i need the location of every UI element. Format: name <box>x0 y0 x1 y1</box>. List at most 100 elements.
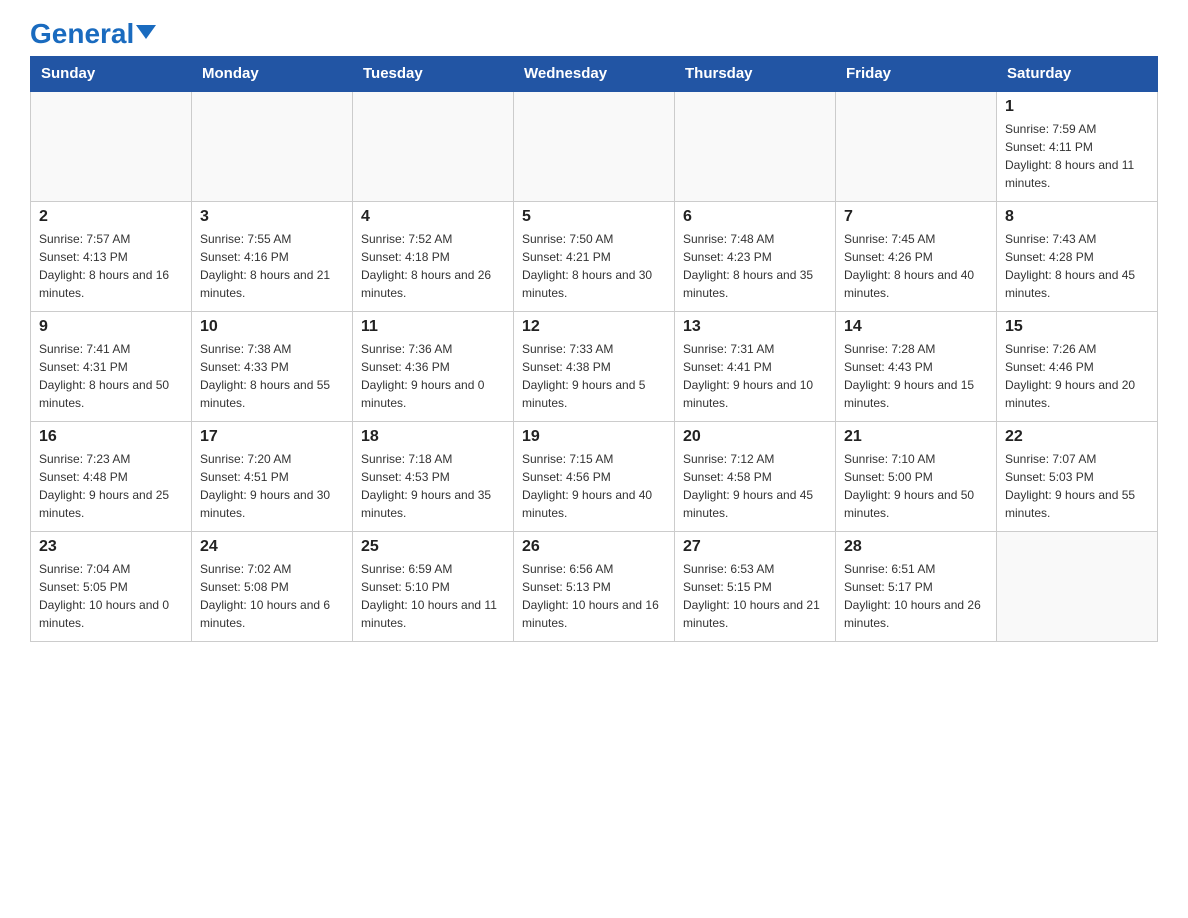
day-number: 17 <box>200 428 344 446</box>
calendar-week-row: 23 Sunrise: 7:04 AMSunset: 5:05 PMDayligh… <box>31 531 1158 641</box>
calendar-cell: 16Sunrise: 7:23 AMSunset: 4:48 PMDayligh… <box>31 421 192 531</box>
calendar-cell: 25 Sunrise: 6:59 AMSunset: 5:10 PMDayligh… <box>353 531 514 641</box>
logo-general: General <box>30 18 134 49</box>
day-info: Sunrise: 7:55 AMSunset: 4:16 PMDaylight:… <box>200 230 344 302</box>
calendar-cell: 6 Sunrise: 7:48 AMSunset: 4:23 PMDaylight… <box>675 201 836 311</box>
calendar-cell: 27 Sunrise: 6:53 AMSunset: 5:15 PMDayligh… <box>675 531 836 641</box>
day-info: Sunrise: 6:53 AMSunset: 5:15 PMDaylight:… <box>683 560 827 632</box>
day-number: 19 <box>522 428 666 446</box>
calendar-cell: 1 Sunrise: 7:59 AMSunset: 4:11 PMDaylight… <box>997 91 1158 201</box>
calendar-week-row: 9 Sunrise: 7:41 AMSunset: 4:31 PMDaylight… <box>31 311 1158 421</box>
calendar-cell: 12 Sunrise: 7:33 AMSunset: 4:38 PMDayligh… <box>514 311 675 421</box>
page-header: General <box>30 20 1158 46</box>
day-info: Sunrise: 7:15 AMSunset: 4:56 PMDaylight:… <box>522 450 666 522</box>
day-number: 24 <box>200 538 344 556</box>
day-info: Sunrise: 7:33 AMSunset: 4:38 PMDaylight:… <box>522 340 666 412</box>
logo: General <box>30 20 156 46</box>
day-number: 1 <box>1005 98 1149 116</box>
calendar-cell: 19 Sunrise: 7:15 AMSunset: 4:56 PMDayligh… <box>514 421 675 531</box>
day-number: 21 <box>844 428 988 446</box>
day-info: Sunrise: 7:26 AMSunset: 4:46 PMDaylight:… <box>1005 340 1149 412</box>
day-info: Sunrise: 6:56 AMSunset: 5:13 PMDaylight:… <box>522 560 666 632</box>
col-saturday: Saturday <box>997 57 1158 92</box>
day-info: Sunrise: 6:59 AMSunset: 5:10 PMDaylight:… <box>361 560 505 632</box>
day-info: Sunrise: 7:02 AMSunset: 5:08 PMDaylight:… <box>200 560 344 632</box>
day-info: Sunrise: 7:04 AMSunset: 5:05 PMDaylight:… <box>39 560 183 632</box>
day-number: 26 <box>522 538 666 556</box>
col-friday: Friday <box>836 57 997 92</box>
day-info: Sunrise: 7:59 AMSunset: 4:11 PMDaylight:… <box>1005 120 1149 192</box>
calendar-cell: 5 Sunrise: 7:50 AMSunset: 4:21 PMDaylight… <box>514 201 675 311</box>
logo-triangle-icon <box>136 25 156 39</box>
calendar-cell: 20 Sunrise: 7:12 AMSunset: 4:58 PMDayligh… <box>675 421 836 531</box>
day-info: Sunrise: 7:12 AMSunset: 4:58 PMDaylight:… <box>683 450 827 522</box>
calendar-week-row: 1 Sunrise: 7:59 AMSunset: 4:11 PMDaylight… <box>31 91 1158 201</box>
day-info: Sunrise: 7:43 AMSunset: 4:28 PMDaylight:… <box>1005 230 1149 302</box>
day-number: 9 <box>39 318 183 336</box>
day-number: 8 <box>1005 208 1149 226</box>
day-number: 6 <box>683 208 827 226</box>
calendar-header-row: Sunday Monday Tuesday Wednesday Thursday… <box>31 57 1158 92</box>
day-info: Sunrise: 7:28 AMSunset: 4:43 PMDaylight:… <box>844 340 988 412</box>
day-number: 27 <box>683 538 827 556</box>
calendar-cell: 17 Sunrise: 7:20 AMSunset: 4:51 PMDayligh… <box>192 421 353 531</box>
day-info: Sunrise: 7:41 AMSunset: 4:31 PMDaylight:… <box>39 340 183 412</box>
calendar-cell: 15 Sunrise: 7:26 AMSunset: 4:46 PMDayligh… <box>997 311 1158 421</box>
day-info: Sunrise: 7:48 AMSunset: 4:23 PMDaylight:… <box>683 230 827 302</box>
calendar-cell: 14Sunrise: 7:28 AMSunset: 4:43 PMDayligh… <box>836 311 997 421</box>
day-number: 11 <box>361 318 505 336</box>
day-info: Sunrise: 7:36 AMSunset: 4:36 PMDaylight:… <box>361 340 505 412</box>
day-info: Sunrise: 7:50 AMSunset: 4:21 PMDaylight:… <box>522 230 666 302</box>
calendar-cell: 23 Sunrise: 7:04 AMSunset: 5:05 PMDayligh… <box>31 531 192 641</box>
calendar-table: Sunday Monday Tuesday Wednesday Thursday… <box>30 56 1158 642</box>
col-sunday: Sunday <box>31 57 192 92</box>
day-number: 12 <box>522 318 666 336</box>
col-monday: Monday <box>192 57 353 92</box>
calendar-cell: 4 Sunrise: 7:52 AMSunset: 4:18 PMDaylight… <box>353 201 514 311</box>
calendar-week-row: 2 Sunrise: 7:57 AMSunset: 4:13 PMDaylight… <box>31 201 1158 311</box>
calendar-cell: 2 Sunrise: 7:57 AMSunset: 4:13 PMDaylight… <box>31 201 192 311</box>
calendar-cell: 11 Sunrise: 7:36 AMSunset: 4:36 PMDayligh… <box>353 311 514 421</box>
calendar-cell: 13 Sunrise: 7:31 AMSunset: 4:41 PMDayligh… <box>675 311 836 421</box>
calendar-cell <box>353 91 514 201</box>
calendar-cell: 24 Sunrise: 7:02 AMSunset: 5:08 PMDayligh… <box>192 531 353 641</box>
calendar-cell: 10 Sunrise: 7:38 AMSunset: 4:33 PMDayligh… <box>192 311 353 421</box>
calendar-cell: 8 Sunrise: 7:43 AMSunset: 4:28 PMDaylight… <box>997 201 1158 311</box>
calendar-cell <box>31 91 192 201</box>
day-info: Sunrise: 7:10 AMSunset: 5:00 PMDaylight:… <box>844 450 988 522</box>
day-number: 13 <box>683 318 827 336</box>
day-number: 28 <box>844 538 988 556</box>
calendar-cell <box>997 531 1158 641</box>
day-info: Sunrise: 6:51 AMSunset: 5:17 PMDaylight:… <box>844 560 988 632</box>
col-wednesday: Wednesday <box>514 57 675 92</box>
day-info: Sunrise: 7:45 AMSunset: 4:26 PMDaylight:… <box>844 230 988 302</box>
day-number: 4 <box>361 208 505 226</box>
day-info: Sunrise: 7:31 AMSunset: 4:41 PMDaylight:… <box>683 340 827 412</box>
day-number: 25 <box>361 538 505 556</box>
day-number: 2 <box>39 208 183 226</box>
day-info: Sunrise: 7:38 AMSunset: 4:33 PMDaylight:… <box>200 340 344 412</box>
day-number: 23 <box>39 538 183 556</box>
col-thursday: Thursday <box>675 57 836 92</box>
calendar-cell: 28 Sunrise: 6:51 AMSunset: 5:17 PMDayligh… <box>836 531 997 641</box>
day-info: Sunrise: 7:57 AMSunset: 4:13 PMDaylight:… <box>39 230 183 302</box>
day-number: 3 <box>200 208 344 226</box>
day-info: Sunrise: 7:07 AMSunset: 5:03 PMDaylight:… <box>1005 450 1149 522</box>
calendar-week-row: 16Sunrise: 7:23 AMSunset: 4:48 PMDayligh… <box>31 421 1158 531</box>
calendar-cell: 7Sunrise: 7:45 AMSunset: 4:26 PMDaylight… <box>836 201 997 311</box>
day-info: Sunrise: 7:52 AMSunset: 4:18 PMDaylight:… <box>361 230 505 302</box>
day-number: 20 <box>683 428 827 446</box>
day-number: 18 <box>361 428 505 446</box>
day-number: 22 <box>1005 428 1149 446</box>
day-number: 10 <box>200 318 344 336</box>
day-number: 16 <box>39 428 183 446</box>
day-number: 5 <box>522 208 666 226</box>
day-number: 15 <box>1005 318 1149 336</box>
calendar-cell <box>192 91 353 201</box>
calendar-cell: 18Sunrise: 7:18 AMSunset: 4:53 PMDayligh… <box>353 421 514 531</box>
calendar-cell <box>675 91 836 201</box>
calendar-cell <box>836 91 997 201</box>
calendar-cell: 21 Sunrise: 7:10 AMSunset: 5:00 PMDayligh… <box>836 421 997 531</box>
calendar-cell: 3 Sunrise: 7:55 AMSunset: 4:16 PMDaylight… <box>192 201 353 311</box>
day-info: Sunrise: 7:20 AMSunset: 4:51 PMDaylight:… <box>200 450 344 522</box>
